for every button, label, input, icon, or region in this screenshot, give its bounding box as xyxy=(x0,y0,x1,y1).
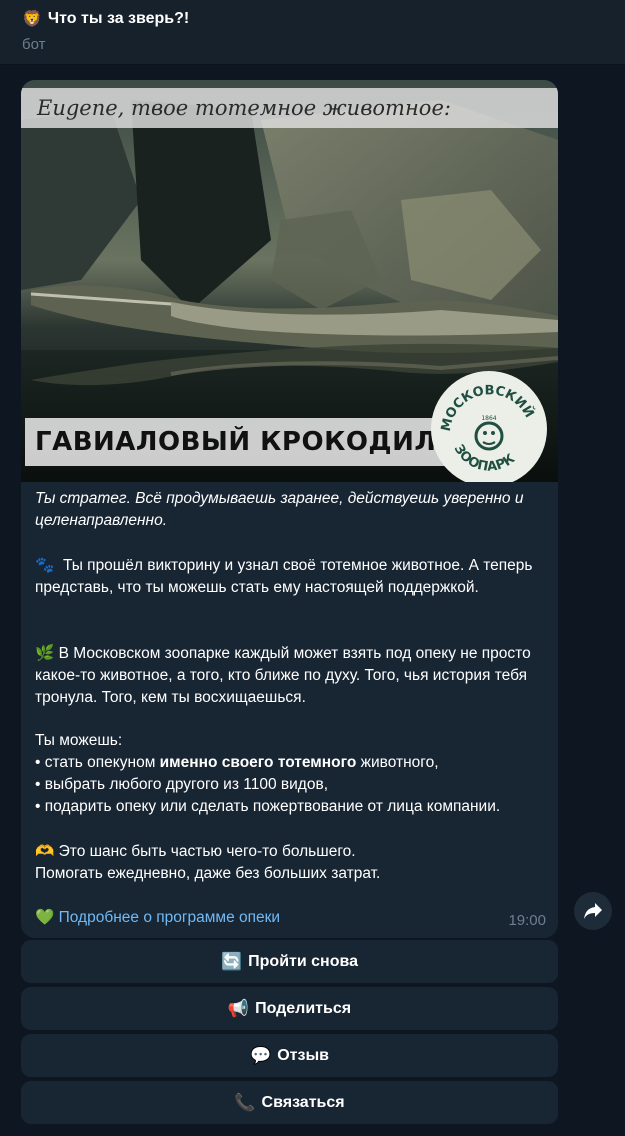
forward-arrow-icon xyxy=(584,903,602,919)
paragraph-1-block: 🐾 Ты прошёл викторину и узнал своё тотем… xyxy=(35,554,550,599)
options-list-item-2: • выбрать любого другого из 1100 видов, xyxy=(35,776,328,793)
phone-icon: 📞 xyxy=(234,1092,256,1113)
green-heart-icon: 💚 xyxy=(35,908,55,926)
retry-button[interactable]: 🔄 Пройти снова xyxy=(21,940,558,983)
photo-caption-bar: Eugene, твое тотемное животное: xyxy=(21,88,558,128)
speech-bubble-icon: 💬 xyxy=(250,1045,272,1066)
options-list-title: Ты можешь: xyxy=(35,732,123,749)
lion-icon: 🦁 xyxy=(22,9,42,28)
chat-title: Что ты за зверь?! xyxy=(47,9,190,27)
heart-hands-icon: 🫶 xyxy=(35,842,55,860)
chat-title-row: 🦁 Что ты за зверь?! xyxy=(22,9,189,28)
options-list-item-3: • подарить опеку или сделать пожертвован… xyxy=(35,798,501,815)
photo-caption-text: Eugene, твое тотемное животное: xyxy=(37,96,451,120)
message-time: 19:00 xyxy=(508,912,546,929)
message-bubble: Eugene, твое тотемное животное: ГАВИАЛОВ… xyxy=(21,80,558,938)
paragraph-1: Ты прошёл викторину и узнал своё тотемно… xyxy=(35,557,533,596)
logo-year: 1864 xyxy=(481,415,496,422)
paragraph-2-block: 🌿 В Московском зоопарке каждый может взя… xyxy=(35,642,550,709)
options-list-item-1: • стать опекуном именно своего тотемного… xyxy=(35,754,439,771)
feedback-button[interactable]: 💬 Отзыв xyxy=(21,1034,558,1077)
animal-name-banner: ГАВИАЛОВЫЙ КРОКОДИЛ xyxy=(25,418,447,466)
paragraph-2: В Московском зоопарке каждый может взять… xyxy=(35,645,531,706)
chat-header[interactable]: 🦁 Что ты за зверь?! бот xyxy=(0,0,625,65)
feedback-button-label: Отзыв xyxy=(277,1046,329,1064)
paragraph-3-block: 🫶 Это шанс быть частью чего-то большего.… xyxy=(35,840,550,885)
chat-subtitle: бот xyxy=(22,36,46,53)
moscow-zoo-logo: МОСКОВСКИЙ ЗООПАРК 1864 xyxy=(431,371,547,482)
share-button-label: Поделиться xyxy=(255,999,352,1017)
retry-button-label: Пройти снова xyxy=(248,952,359,970)
contact-button-label: Связаться xyxy=(261,1093,345,1111)
program-link-row: 💚 Подробнее о программе опеки xyxy=(35,906,550,929)
intro-text-block: Ты стратег. Всё продумываешь заранее, де… xyxy=(35,488,550,532)
forward-button[interactable] xyxy=(574,892,612,930)
repeat-icon: 🔄 xyxy=(220,951,243,972)
options-list: Ты можешь: • стать опекуном именно своег… xyxy=(35,730,550,818)
intro-text: Ты стратег. Всё продумываешь заранее, де… xyxy=(35,490,524,529)
share-button[interactable]: 📢 Поделиться xyxy=(21,987,558,1030)
paragraph-3-line-2: Помогать ежедневно, даже без больших зат… xyxy=(35,865,381,882)
message-photo[interactable]: Eugene, твое тотемное животное: ГАВИАЛОВ… xyxy=(21,80,558,482)
herb-icon: 🌿 xyxy=(35,644,55,662)
program-link[interactable]: Подробнее о программе опеки xyxy=(59,909,280,926)
animal-name-text: ГАВИАЛОВЫЙ КРОКОДИЛ xyxy=(35,427,437,457)
contact-button[interactable]: 📞 Связаться xyxy=(21,1081,558,1124)
megaphone-icon: 📢 xyxy=(227,998,250,1019)
paw-icon: 🐾 xyxy=(35,556,55,574)
paragraph-3-line-1: Это шанс быть частью чего-то большего. xyxy=(58,843,356,860)
